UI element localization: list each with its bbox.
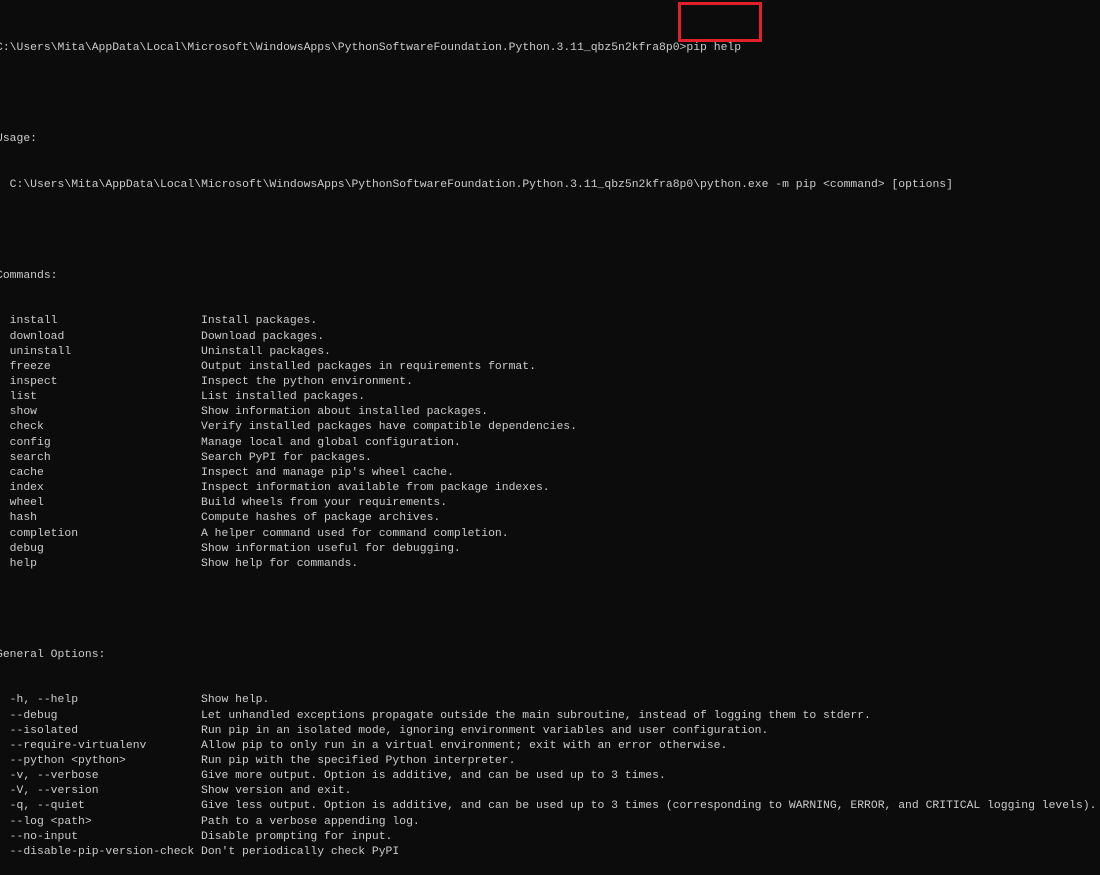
option-row-description: Path to a verbose appending log. <box>201 815 420 828</box>
option-row-name: --disable-pip-version-check <box>0 845 195 858</box>
command-row-description: Show information useful for debugging. <box>201 542 461 555</box>
command-row: check Verify installed packages have comp… <box>0 420 953 435</box>
command-row: show Show information about installed pac… <box>0 405 953 420</box>
command-row-name: list <box>0 391 38 404</box>
command-row: cache Inspect and manage pip's wheel cach… <box>0 466 953 481</box>
prompt-line: C:\Users\Mita\AppData\Local\Microsoft\Wi… <box>0 41 953 56</box>
command-row-description: Download packages. <box>201 330 325 343</box>
option-row-description: Give more output. Option is additive, an… <box>201 770 666 783</box>
command-row: install Install packages. <box>0 314 953 329</box>
command-row-description: Build wheels from your requirements. <box>201 497 448 510</box>
option-row: --debug Let unhandled exceptions propagat… <box>0 709 953 724</box>
option-row-name: -v, --verbose <box>0 770 99 783</box>
typed-command: pip help <box>686 42 742 55</box>
option-row-description: Let unhandled exceptions propagate outsi… <box>201 709 871 722</box>
command-row-description: List installed packages. <box>201 391 366 404</box>
option-row: --disable-pip-version-check Don't periodi… <box>0 845 953 860</box>
command-row: list List installed packages. <box>0 390 953 405</box>
command-row-description: Show help for commands. <box>201 557 359 570</box>
option-row: -v, --verbose Give more output. Option is… <box>0 769 953 784</box>
command-row-name: install <box>0 315 58 328</box>
command-row: debug Show information useful for debuggi… <box>0 542 953 557</box>
command-row: inspect Inspect the python environment. <box>0 375 953 390</box>
option-row-name: -V, --version <box>0 785 99 798</box>
command-row-description: Compute hashes of package archives. <box>201 512 441 525</box>
option-row-description: Allow pip to only run in a virtual envir… <box>201 739 728 752</box>
command-row-description: Inspect information available from packa… <box>201 482 550 495</box>
option-row: --require-virtualenv Allow pip to only ru… <box>0 739 953 754</box>
command-row-description: Install packages. <box>201 315 318 328</box>
command-row-name: debug <box>0 542 44 555</box>
option-row: --isolated Run pip in an isolated mode, i… <box>0 724 953 739</box>
command-row-name: check <box>0 421 44 434</box>
option-row-name: --require-virtualenv <box>0 739 147 752</box>
command-row-name: inspect <box>0 375 58 388</box>
option-row-name: -h, --help <box>0 694 79 707</box>
option-row: -q, --quiet Give less output. Option is a… <box>0 799 1097 814</box>
command-row-name: wheel <box>0 497 44 510</box>
option-row: --no-input Disable prompting for input. <box>0 830 953 845</box>
commands-heading: Commands: <box>0 269 58 282</box>
options-list: -h, --help Show help. --debug Let unhandle… <box>0 693 1097 860</box>
command-row-description: A helper command used for command comple… <box>201 527 509 540</box>
command-row: config Manage local and global configurat… <box>0 436 953 451</box>
command-row-description: Search PyPI for packages. <box>201 451 372 464</box>
usage-heading: Usage: <box>0 133 38 146</box>
command-row-name: uninstall <box>0 345 72 358</box>
command-row-description: Show information about installed package… <box>201 406 489 419</box>
option-row: -V, --version Show version and exit. <box>0 784 953 799</box>
command-row: download Download packages. <box>0 330 953 345</box>
option-row: --python <python> Run pip with the specif… <box>0 754 953 769</box>
command-row: uninstall Uninstall packages. <box>0 345 953 360</box>
command-row: wheel Build wheels from your requirements… <box>0 496 953 511</box>
terminal-output: C:\Users\Mita\AppData\Local\Microsoft\Wi… <box>0 11 1097 875</box>
option-row-description: Disable prompting for input. <box>201 830 393 843</box>
option-row-name: --debug <box>0 709 58 722</box>
general-options-heading: General Options: <box>0 648 106 661</box>
command-row: hash Compute hashes of package archives. <box>0 511 953 526</box>
command-row-description: Inspect the python environment. <box>201 375 413 388</box>
option-row-description: Give less output. Option is additive, an… <box>201 800 1097 813</box>
command-row: freeze Output installed packages in requi… <box>0 360 953 375</box>
option-row-description: Run pip with the specified Python interp… <box>201 754 516 767</box>
command-row-name: help <box>0 557 38 570</box>
command-row-description: Verify installed packages have compatibl… <box>201 421 577 434</box>
usage-line: C:\Users\Mita\AppData\Local\Microsoft\Wi… <box>0 178 953 191</box>
option-row-name: --isolated <box>0 724 79 737</box>
command-row-name: completion <box>0 527 79 540</box>
option-row-name: --log <path> <box>0 815 92 828</box>
option-row-name: --no-input <box>0 830 79 843</box>
option-row-description: Don't periodically check PyPI <box>201 845 400 858</box>
command-row-description: Inspect and manage pip's wheel cache. <box>201 466 454 479</box>
option-row-name: -q, --quiet <box>0 800 85 813</box>
command-row-name: show <box>0 406 38 419</box>
option-row: --log <path> Path to a verbose appending … <box>0 815 953 830</box>
command-row-name: hash <box>0 512 38 525</box>
command-row-name: config <box>0 436 51 449</box>
command-row-name: freeze <box>0 360 51 373</box>
prompt-path: C:\Users\Mita\AppData\Local\Microsoft\Wi… <box>0 42 687 55</box>
option-row: -h, --help Show help. <box>0 693 953 708</box>
command-row-name: index <box>0 482 44 495</box>
option-row-description: Show version and exit. <box>201 785 352 798</box>
highlight-box <box>678 2 762 42</box>
commands-list: install Install packages. download Downloa… <box>0 314 953 572</box>
command-row-description: Manage local and global configuration. <box>201 436 461 449</box>
command-row: index Inspect information available from … <box>0 481 953 496</box>
option-row-name: --python <python> <box>0 754 126 767</box>
command-row-description: Uninstall packages. <box>201 345 331 358</box>
command-row-name: search <box>0 451 51 464</box>
command-row-description: Output installed packages in requirement… <box>201 360 536 373</box>
command-row: help Show help for commands. <box>0 557 953 572</box>
command-row-name: download <box>0 330 65 343</box>
command-row-name: cache <box>0 466 44 479</box>
command-row: search Search PyPI for packages. <box>0 451 953 466</box>
option-row-description: Show help. <box>201 694 270 707</box>
option-row-description: Run pip in an isolated mode, ignoring en… <box>201 724 769 737</box>
command-row: completion A helper command used for comm… <box>0 527 953 542</box>
